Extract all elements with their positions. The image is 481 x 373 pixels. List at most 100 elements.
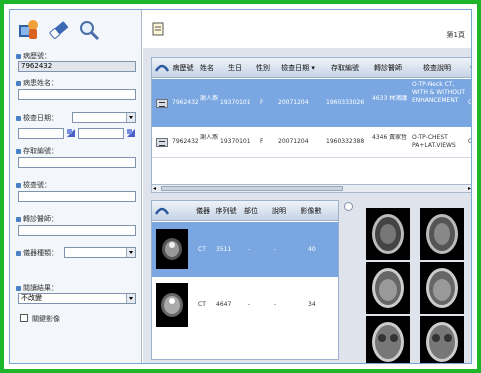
col-part[interactable]: 部位	[240, 201, 262, 221]
study-table-header: 病歷號 姓名 生日 性別 檢查日期 ▾ 存取編號 轉診醫師 檢查說明 儀器	[152, 58, 471, 78]
accession-input[interactable]	[18, 157, 136, 168]
window-frame: 病歷號： 7962432 病患姓名： 檢查日期： 存取編號： 檢查號： 轉診醫師…	[0, 0, 481, 373]
cell-part: -	[248, 301, 251, 308]
study-list-table: 病歷號 姓名 生日 性別 檢查日期 ▾ 存取編號 轉診醫師 檢查說明 儀器 79…	[151, 57, 472, 189]
cell-part: -	[248, 246, 251, 253]
column-chooser-icon[interactable]	[155, 204, 169, 218]
series-thumbnail[interactable]	[156, 229, 188, 269]
cell-desc: -	[274, 301, 277, 308]
column-chooser-icon[interactable]	[155, 61, 169, 75]
mrn-label: 病歷號：	[16, 51, 51, 61]
left-toolbar	[10, 10, 141, 48]
series-list-table: 儀器 序列號 部位 說明 影像數 CT 3511 - - 40 CT 4647 …	[151, 200, 339, 360]
image-thumbnail-grid	[344, 200, 471, 363]
cell-modality: CT	[198, 301, 206, 308]
mrn-input[interactable]: 7962432	[18, 61, 136, 72]
exam-date-label: 檢查日期：	[16, 113, 58, 123]
right-toolbar: 第1頁	[143, 10, 471, 48]
referring-doctor-input[interactable]	[18, 225, 136, 236]
cell-exam-date: 20071204	[278, 99, 309, 106]
referring-doctor-label: 轉診醫師：	[16, 214, 58, 224]
exam-no-label: 檢查號：	[16, 180, 51, 190]
cell-mrn: 7962432	[172, 138, 199, 145]
key-image-label: 關鍵影像	[32, 315, 60, 323]
cell-accession: 1960332388	[326, 138, 365, 145]
scrollbar-thumb[interactable]	[161, 186, 343, 191]
table-row[interactable]: CT 4647 - - 34	[152, 278, 338, 333]
col-doctor[interactable]: 轉診醫師	[368, 58, 408, 78]
report-icon[interactable]	[152, 22, 164, 36]
search-panel: 病歷號： 7962432 病患姓名： 檢查日期： 存取編號： 檢查號： 轉診醫師…	[10, 10, 142, 363]
col-desc[interactable]: 說明	[262, 201, 296, 221]
scroll-right-icon[interactable]: ▸	[468, 185, 471, 192]
image-thumbnail[interactable]	[366, 262, 410, 314]
study-thumbnail-icon[interactable]	[156, 99, 168, 108]
exam-date-from-input[interactable]	[18, 128, 64, 139]
col-description[interactable]: 檢查說明	[408, 58, 466, 78]
read-status-label: 閱讀結果：	[16, 283, 58, 293]
col-count[interactable]: 影像數	[296, 201, 326, 221]
cell-name: 謝人燕	[200, 95, 218, 102]
key-image-checkbox[interactable]	[20, 314, 28, 322]
col-exam-date[interactable]: 檢查日期 ▾	[274, 58, 322, 78]
table-row[interactable]: 7962432 謝人燕 19370101 F 20071204 19603330…	[152, 79, 472, 127]
cell-description: O-TP-Neck CT, WITH & WITHOUT ENHANCEMENT	[412, 81, 466, 104]
read-status-select[interactable]: 不改變	[18, 293, 136, 304]
cell-name: 謝人燕	[200, 134, 218, 141]
image-thumbnail[interactable]	[366, 208, 410, 260]
image-thumbnail[interactable]	[420, 208, 464, 260]
cell-exam-date: 20071204	[278, 138, 309, 145]
cell-desc: -	[274, 246, 277, 253]
image-thumbnail[interactable]	[420, 262, 464, 314]
cell-dob: 19370101	[220, 138, 251, 145]
cell-modality: CT	[198, 246, 206, 253]
cell-modality: CR	[468, 138, 472, 145]
cell-sex: F	[260, 138, 264, 145]
cell-description: O-TP-CHEST PA+LAT.VIEWS	[412, 134, 456, 149]
cell-series: 3511	[216, 246, 232, 253]
table-row[interactable]: 7962432 謝人燕 19370101 F 20071204 19603323…	[152, 128, 472, 158]
patient-name-label: 病患姓名：	[16, 78, 58, 88]
series-thumbnail[interactable]	[156, 283, 188, 327]
cell-doctor: 4633 林鴻議	[372, 95, 408, 102]
patient-search-icon[interactable]	[18, 19, 40, 41]
image-thumbnail[interactable]	[366, 316, 410, 363]
modality-select[interactable]	[64, 247, 136, 258]
calendar-to-icon[interactable]	[127, 129, 135, 137]
results-panel: 第1頁 病歷號 姓名 生日 性別 檢查日期 ▾ 存取編號 轉診醫師 檢查說明 儀…	[143, 10, 472, 363]
app-window: 病歷號： 7962432 病患姓名： 檢查日期： 存取編號： 檢查號： 轉診醫師…	[9, 9, 472, 364]
cell-mrn: 7962432	[172, 99, 199, 106]
modality-label: 儀器種類：	[16, 248, 58, 258]
col-mrn[interactable]: 病歷號	[170, 58, 196, 78]
eraser-icon[interactable]	[48, 19, 70, 41]
series-table-header: 儀器 序列號 部位 說明 影像數	[152, 201, 338, 221]
cell-doctor: 4346 黃家哲	[372, 134, 408, 141]
col-series[interactable]: 序列號	[212, 201, 240, 221]
accession-label: 存取編號：	[16, 146, 58, 156]
cell-accession: 1960333026	[326, 99, 365, 106]
table-row[interactable]: CT 3511 - - 40	[152, 222, 338, 277]
study-table-hscrollbar[interactable]: ◂ ▸	[151, 184, 471, 193]
cell-modality: CT	[468, 99, 472, 106]
patient-name-input[interactable]	[18, 89, 136, 100]
col-name[interactable]: 姓名	[196, 58, 218, 78]
col-modality[interactable]: 儀器	[194, 201, 212, 221]
thumbnail-radio[interactable]	[344, 202, 353, 211]
image-thumbnail[interactable]	[420, 316, 464, 363]
calendar-from-icon[interactable]	[67, 129, 75, 137]
cell-dob: 19370101	[220, 99, 251, 106]
study-thumbnail-icon[interactable]	[156, 138, 168, 147]
col-sex[interactable]: 性別	[252, 58, 274, 78]
exam-date-to-input[interactable]	[78, 128, 124, 139]
col-modality[interactable]: 儀器	[466, 58, 471, 78]
cell-sex: F	[260, 99, 264, 106]
page-indicator: 第1頁	[446, 31, 465, 39]
scroll-left-icon[interactable]: ◂	[153, 185, 156, 192]
exam-no-input[interactable]	[18, 191, 136, 202]
cell-count: 34	[308, 301, 316, 308]
cell-series: 4647	[216, 301, 232, 308]
col-accession[interactable]: 存取編號	[322, 58, 368, 78]
exam-date-range-select[interactable]	[72, 112, 136, 123]
search-icon[interactable]	[78, 19, 100, 41]
col-dob[interactable]: 生日	[218, 58, 252, 78]
